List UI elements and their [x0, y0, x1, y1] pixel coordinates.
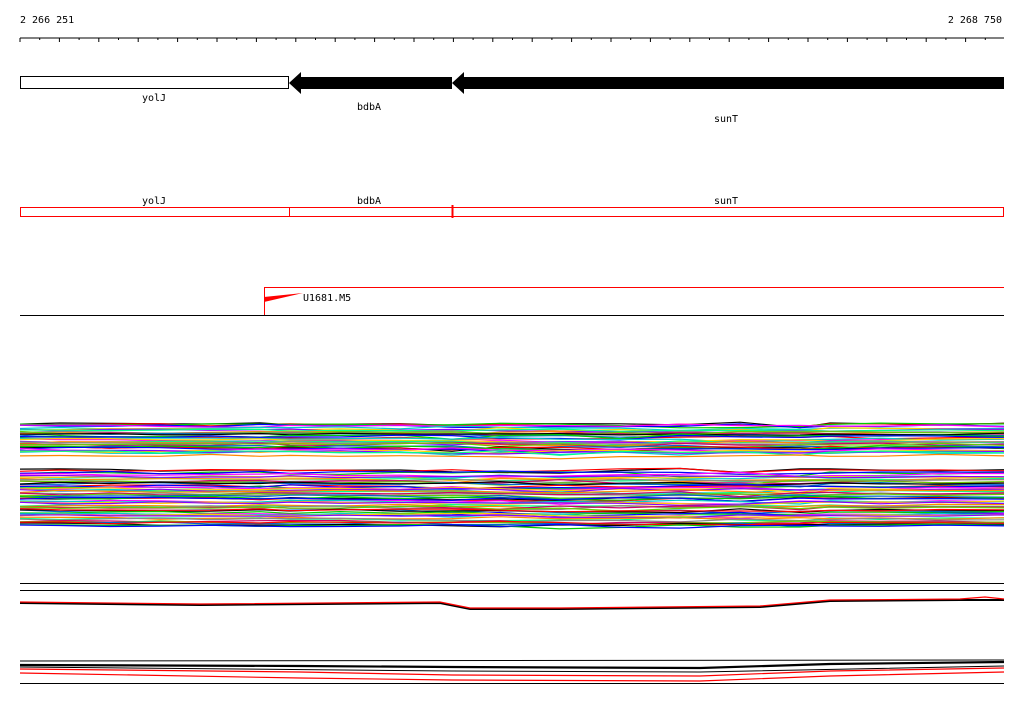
transcript-bdbA[interactable]: [289, 207, 453, 217]
summary-track-2: [19, 659, 1005, 684]
gene-yolJ[interactable]: [20, 76, 289, 89]
transcript-label-sunT: sunT: [714, 196, 738, 207]
coordinate-ruler: 2 266 251 2 268 750: [19, 15, 1004, 42]
expression-profile-line: [19, 453, 1005, 460]
promoter-label: U1681.M5: [303, 293, 351, 304]
gene-sunT[interactable]: [452, 72, 1004, 94]
summary-profile-line: [19, 671, 1005, 682]
ruler-ticks: [19, 38, 986, 42]
transcript-yolJ[interactable]: [20, 207, 290, 217]
expression-profiles-group-2: [19, 467, 1005, 530]
summary-profile-line: [19, 660, 1005, 670]
transcript-sunT[interactable]: [452, 207, 1004, 217]
summary-profile-line: [19, 596, 1005, 609]
gene-bdbA[interactable]: [289, 72, 452, 94]
ruler-start-label: 2 266 251: [20, 15, 74, 26]
gene-track: yolJ bdbA sunT: [20, 72, 1004, 125]
expression-profiles-group-1: [19, 421, 1005, 460]
transcript-track: yolJ bdbA sunT: [20, 196, 1004, 218]
transcript-label-yolJ: yolJ: [142, 196, 166, 207]
genome-browser-view: 2 266 251 2 268 750 yolJ bdbA sunT yolJ …: [19, 15, 1005, 684]
gene-label-yolJ: yolJ: [142, 93, 166, 104]
summary-track-1-curves: [19, 596, 1005, 610]
promoter-flag-icon[interactable]: [264, 293, 303, 302]
summary-profile-line: [19, 659, 1005, 662]
promoter-track: U1681.M5: [20, 287, 1004, 316]
ruler-end-label: 2 268 750: [948, 15, 1002, 26]
gene-label-sunT: sunT: [714, 114, 738, 125]
gene-label-bdbA: bdbA: [357, 102, 381, 113]
transcript-label-bdbA: bdbA: [357, 196, 381, 207]
summary-track-1: [19, 583, 1005, 610]
summary-track-2-curves: [19, 659, 1005, 682]
